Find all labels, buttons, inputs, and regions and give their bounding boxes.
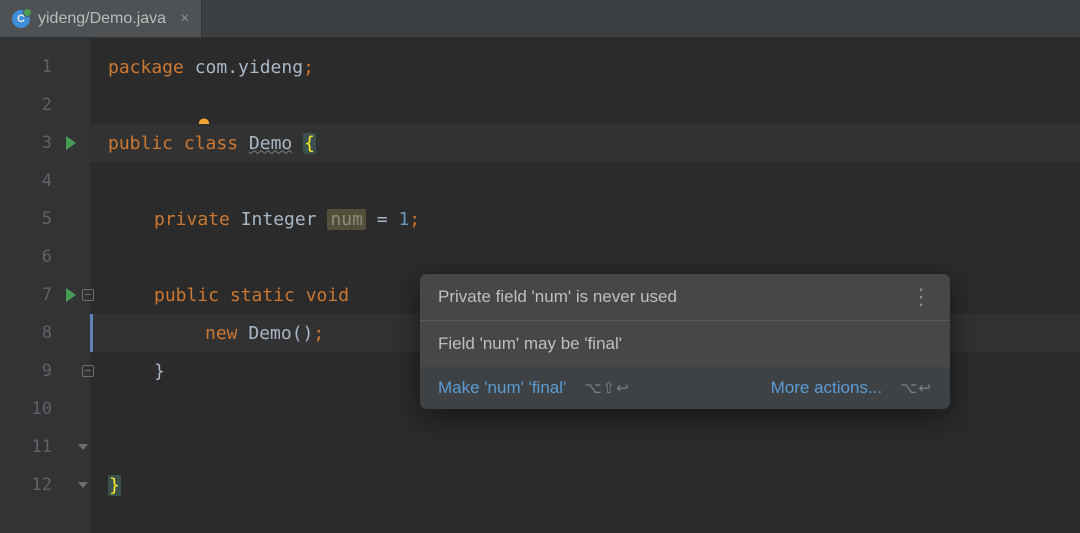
line-number: 4 <box>0 162 90 200</box>
line-number: 10 <box>0 390 90 428</box>
code-line[interactable]: public class Demo { <box>90 124 1080 162</box>
inspection-message: Field 'num' may be 'final' <box>438 334 622 354</box>
inspection-message: Private field 'num' is never used <box>438 287 677 307</box>
line-number: 2 <box>0 86 90 124</box>
code-line[interactable]: private Integer num = 1; <box>90 200 1080 238</box>
editor-tab[interactable]: C yideng/Demo.java × <box>0 0 202 37</box>
line-number: 11 <box>0 428 90 466</box>
more-actions-link[interactable]: More actions... <box>771 378 883 398</box>
code-line[interactable] <box>90 238 1080 276</box>
line-number: 12 <box>0 466 90 504</box>
tab-label: yideng/Demo.java <box>38 10 166 28</box>
tab-bar: C yideng/Demo.java × <box>0 0 1080 38</box>
line-number: 9 <box>0 352 90 390</box>
intention-bulb-icon[interactable] <box>108 96 126 114</box>
code-line[interactable] <box>90 162 1080 200</box>
run-gutter-icon[interactable] <box>66 136 76 150</box>
line-number: 1 <box>0 48 90 86</box>
run-gutter-icon[interactable] <box>66 288 76 302</box>
inspection-popup: Private field 'num' is never used ⋮ Fiel… <box>420 274 950 409</box>
close-icon[interactable]: × <box>180 10 189 28</box>
code-line[interactable]: } <box>90 466 1080 504</box>
unused-field-highlight: num <box>327 209 366 230</box>
line-number-gutter: 1 2 3 4 5 6 7 8 9 10 11 12 <box>0 38 90 533</box>
line-number: 5 <box>0 200 90 238</box>
line-number: 7 <box>0 276 90 314</box>
code-line[interactable] <box>90 86 1080 124</box>
editor-area: 1 2 3 4 5 6 7 8 9 10 11 12 package com.y… <box>0 38 1080 533</box>
line-number: 3 <box>0 124 90 162</box>
fold-toggle-icon[interactable] <box>78 482 88 488</box>
code-line[interactable]: package com.yideng; <box>90 48 1080 86</box>
inspection-message-row: Field 'num' may be 'final' <box>420 321 950 367</box>
java-class-icon: C <box>12 10 30 28</box>
line-number: 8 <box>0 314 90 352</box>
quickfix-link[interactable]: Make 'num' 'final' <box>438 378 566 398</box>
inspection-message-row: Private field 'num' is never used ⋮ <box>420 274 950 321</box>
shortcut-hint: ⌥⇧↩ <box>584 379 629 397</box>
shortcut-hint: ⌥↩ <box>900 379 932 397</box>
inspection-actions-row: Make 'num' 'final' ⌥⇧↩ More actions... ⌥… <box>420 367 950 409</box>
line-number: 6 <box>0 238 90 276</box>
code-line[interactable] <box>90 428 1080 466</box>
fold-toggle-icon[interactable] <box>78 444 88 450</box>
